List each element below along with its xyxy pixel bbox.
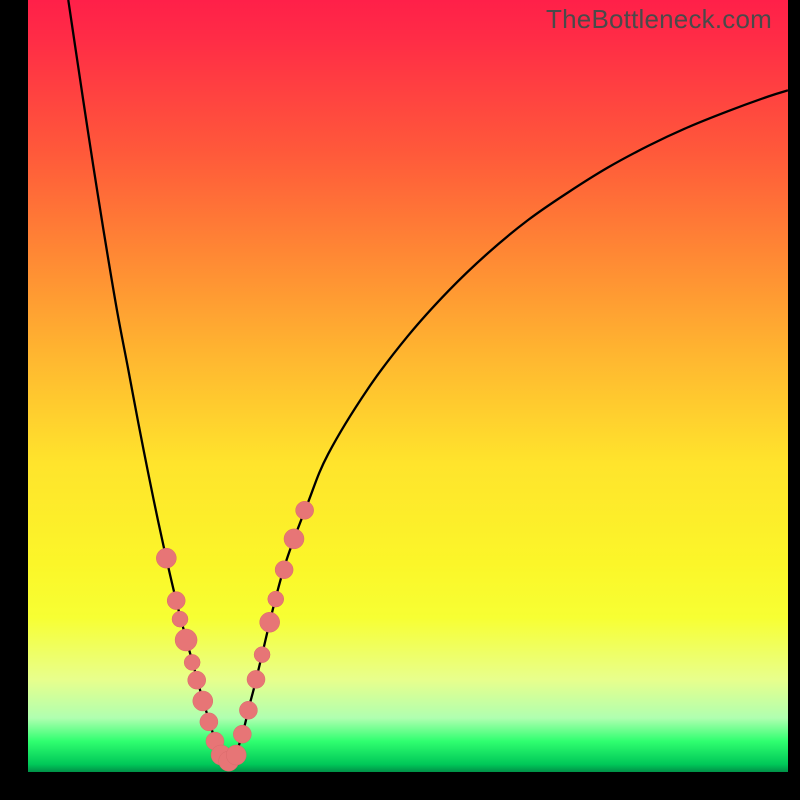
data-marker	[268, 591, 284, 607]
data-marker	[193, 691, 213, 711]
data-marker	[284, 529, 304, 549]
data-marker	[156, 548, 176, 568]
data-marker	[239, 701, 257, 719]
marker-cluster	[156, 501, 313, 771]
data-marker	[184, 654, 200, 670]
data-marker	[167, 592, 185, 610]
data-marker	[172, 611, 188, 627]
data-marker	[226, 745, 246, 765]
curve-layer	[28, 0, 788, 772]
data-marker	[175, 629, 197, 651]
data-marker	[275, 561, 293, 579]
data-marker	[254, 647, 270, 663]
data-marker	[188, 671, 206, 689]
data-marker	[296, 501, 314, 519]
data-marker	[247, 670, 265, 688]
data-marker	[260, 612, 280, 632]
data-marker	[233, 725, 251, 743]
data-marker	[200, 713, 218, 731]
plot-area: TheBottleneck.com	[28, 0, 788, 772]
bottleneck-curve	[68, 0, 788, 766]
chart-frame: TheBottleneck.com	[0, 0, 800, 800]
